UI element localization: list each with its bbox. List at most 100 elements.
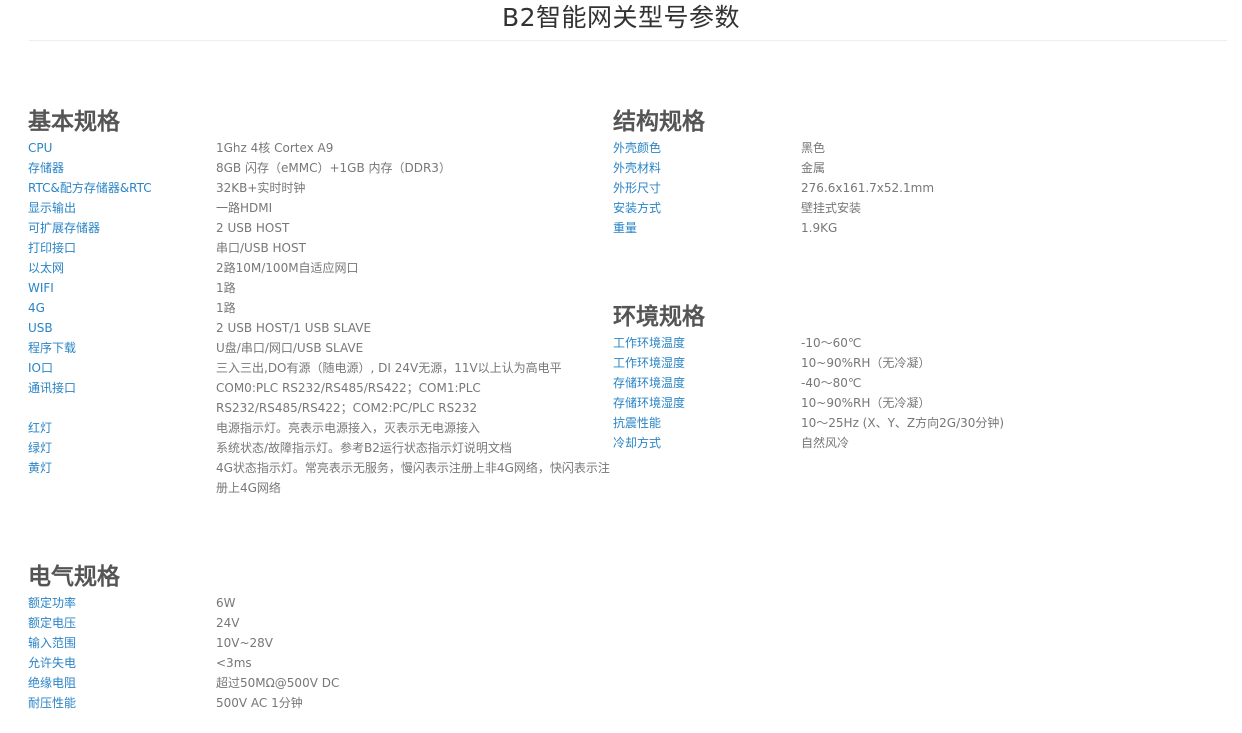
spec-row: 绿灯 系统状态/故障指示灯。参考B2运行状态指示灯说明文档 bbox=[28, 438, 614, 458]
spec-row: 工作环境温度 -10～60℃ bbox=[613, 333, 1201, 353]
spec-label: 外壳颜色 bbox=[613, 141, 662, 155]
spec-value: 276.6x161.7x52.1mm bbox=[801, 181, 935, 195]
spec-row: WIFI 1路 bbox=[28, 278, 614, 298]
spec-label: 允许失电 bbox=[28, 656, 77, 670]
spec-value: 黑色 bbox=[801, 141, 826, 155]
spec-row: 存储环境湿度 10~90%RH（无冷凝） bbox=[613, 393, 1201, 413]
spec-label: 抗震性能 bbox=[613, 416, 662, 430]
spec-value: 电源指示灯。亮表示电源接入，灭表示无电源接入 bbox=[216, 421, 481, 435]
spec-row: 重量 1.9KG bbox=[613, 218, 1201, 238]
spec-value: 自然风冷 bbox=[801, 436, 850, 450]
spec-label: 外壳材料 bbox=[613, 161, 662, 175]
spec-row: USB 2 USB HOST/1 USB SLAVE bbox=[28, 318, 614, 338]
page-title: B2智能网关型号参数 bbox=[501, 3, 741, 32]
spec-value: U盘/串口/网口/USB SLAVE bbox=[216, 341, 364, 355]
spec-value: -10～60℃ bbox=[801, 336, 862, 350]
spec-list: CPU 1Ghz 4核 Cortex A9 存储器 8GB 闪存（eMMC）+1GB … bbox=[28, 138, 614, 498]
spec-value: 串口/USB HOST bbox=[216, 241, 306, 255]
spec-row: 红灯 电源指示灯。亮表示电源接入，灭表示无电源接入 bbox=[28, 418, 614, 438]
title-divider bbox=[29, 40, 1227, 41]
spec-list: 额定功率 6W 额定电压 24V 输入范围 10V~28V 允许失电 <3ms 绝缘电阻 超过50… bbox=[28, 593, 614, 713]
spec-label: 通讯接口 bbox=[28, 381, 77, 395]
spec-value: 2 USB HOST bbox=[216, 221, 290, 235]
spec-value: 6W bbox=[216, 596, 236, 610]
spec-label: 绝缘电阻 bbox=[28, 676, 77, 690]
spec-value: <3ms bbox=[216, 656, 252, 670]
spec-label: 程序下载 bbox=[28, 341, 77, 355]
spec-label: IO口 bbox=[28, 361, 53, 375]
spec-label: 打印接口 bbox=[28, 241, 77, 255]
spec-label: 额定功率 bbox=[28, 596, 77, 610]
spec-row: 工作环境湿度 10~90%RH（无冷凝） bbox=[613, 353, 1201, 373]
spec-row: 冷却方式 自然风冷 bbox=[613, 433, 1201, 453]
spec-row: 存储环境温度 -40～80℃ bbox=[613, 373, 1201, 393]
spec-row: CPU 1Ghz 4核 Cortex A9 bbox=[28, 138, 614, 158]
spec-label: 外形尺寸 bbox=[613, 181, 662, 195]
spec-value: 三入三出,DO有源（随电源）, DI 24V无源，11V以上认为高电平 bbox=[216, 361, 562, 375]
spec-label: 黄灯 bbox=[28, 461, 53, 475]
spec-row: 允许失电 <3ms bbox=[28, 653, 614, 673]
spec-label: 工作环境温度 bbox=[613, 336, 686, 350]
spec-value: COM0:PLC RS232/RS485/RS422；COM1:PLC RS23… bbox=[216, 381, 481, 415]
spec-row: 以太网 2路10M/100M自适应网口 bbox=[28, 258, 614, 278]
spec-row: 外壳颜色 黑色 bbox=[613, 138, 1201, 158]
spec-row: 4G 1路 bbox=[28, 298, 614, 318]
spec-label: 显示输出 bbox=[28, 201, 77, 215]
spec-value: 1路 bbox=[216, 281, 236, 295]
spec-label: 存储器 bbox=[28, 161, 65, 175]
spec-row: IO口 三入三出,DO有源（随电源）, DI 24V无源，11V以上认为高电平 bbox=[28, 358, 614, 378]
spec-value: 金属 bbox=[801, 161, 826, 175]
spec-value: 10~90%RH（无冷凝） bbox=[801, 396, 931, 410]
spec-value: 500V AC 1分钟 bbox=[216, 696, 303, 710]
spec-label: 存储环境温度 bbox=[613, 376, 686, 390]
spec-label: 绿灯 bbox=[28, 441, 53, 455]
spec-value: -40～80℃ bbox=[801, 376, 862, 390]
spec-row: 输入范围 10V~28V bbox=[28, 633, 614, 653]
spec-value: 8GB 闪存（eMMC）+1GB 内存（DDR3） bbox=[216, 161, 451, 175]
spec-row: 额定电压 24V bbox=[28, 613, 614, 633]
spec-row: 额定功率 6W bbox=[28, 593, 614, 613]
section-heading: 电气规格 bbox=[28, 564, 120, 591]
spec-label: 重量 bbox=[613, 221, 638, 235]
spec-label: WIFI bbox=[28, 281, 54, 295]
spec-label: 存储环境湿度 bbox=[613, 396, 686, 410]
spec-list: 外壳颜色 黑色外壳材料 金属外形尺寸 276.6x161.7x52.1mm 安装方式 壁挂… bbox=[613, 138, 1201, 238]
spec-value: 10V~28V bbox=[216, 636, 274, 650]
spec-value: 10~90%RH（无冷凝） bbox=[801, 356, 931, 370]
spec-row: 黄灯 4G状态指示灯。常亮表示无服务，慢闪表示注册上非4G网络，快闪表示注册上4G… bbox=[28, 458, 614, 498]
spec-label: RTC&配方存储器&RTC bbox=[28, 181, 152, 195]
spec-row: 存储器 8GB 闪存（eMMC）+1GB 内存（DDR3） bbox=[28, 158, 614, 178]
spec-label: 安装方式 bbox=[613, 201, 662, 215]
spec-row: 显示输出 一路HDMI bbox=[28, 198, 614, 218]
spec-row: 程序下载 U盘/串口/网口/USB SLAVE bbox=[28, 338, 614, 358]
spec-row: 耐压性能 500V AC 1分钟 bbox=[28, 693, 614, 713]
spec-row: RTC&配方存储器&RTC 32KB+实时时钟 bbox=[28, 178, 614, 198]
spec-row: 外壳材料 金属 bbox=[613, 158, 1201, 178]
spec-label: 耐压性能 bbox=[28, 696, 77, 710]
spec-label: 可扩展存储器 bbox=[28, 221, 101, 235]
spec-value: 2 USB HOST/1 USB SLAVE bbox=[216, 321, 372, 335]
spec-label: USB bbox=[28, 321, 53, 335]
section-heading: 基本规格 bbox=[28, 109, 120, 136]
spec-value: 4G状态指示灯。常亮表示无服务，慢闪表示注册上非4G网络，快闪表示注册上4G网络 bbox=[216, 461, 610, 495]
spec-value: 一路HDMI bbox=[216, 201, 273, 215]
spec-row: 通讯接口 COM0:PLC RS232/RS485/RS422；COM1:PLC … bbox=[28, 378, 614, 418]
spec-label: CPU bbox=[28, 141, 53, 155]
spec-value: 壁挂式安装 bbox=[801, 201, 862, 215]
spec-row: 外形尺寸 276.6x161.7x52.1mm bbox=[613, 178, 1201, 198]
spec-value: 1路 bbox=[216, 301, 236, 315]
section-heading: 结构规格 bbox=[613, 109, 705, 136]
spec-label: 额定电压 bbox=[28, 616, 77, 630]
spec-value: 1Ghz 4核 Cortex A9 bbox=[216, 141, 334, 155]
spec-row: 绝缘电阻 超过50MΩ@500V DC bbox=[28, 673, 614, 693]
spec-label: 4G bbox=[28, 301, 45, 315]
spec-value: 超过50MΩ@500V DC bbox=[216, 676, 340, 690]
spec-value: 系统状态/故障指示灯。参考B2运行状态指示灯说明文档 bbox=[216, 441, 512, 455]
spec-label: 工作环境湿度 bbox=[613, 356, 686, 370]
spec-row: 抗震性能 10～25Hz (X、Y、Z方向2G/30分钟) bbox=[613, 413, 1201, 433]
spec-row: 安装方式 壁挂式安装 bbox=[613, 198, 1201, 218]
spec-value: 10～25Hz (X、Y、Z方向2G/30分钟) bbox=[801, 416, 1005, 430]
spec-label: 红灯 bbox=[28, 421, 53, 435]
spec-value: 1.9KG bbox=[801, 221, 838, 235]
spec-value: 32KB+实时时钟 bbox=[216, 181, 306, 195]
